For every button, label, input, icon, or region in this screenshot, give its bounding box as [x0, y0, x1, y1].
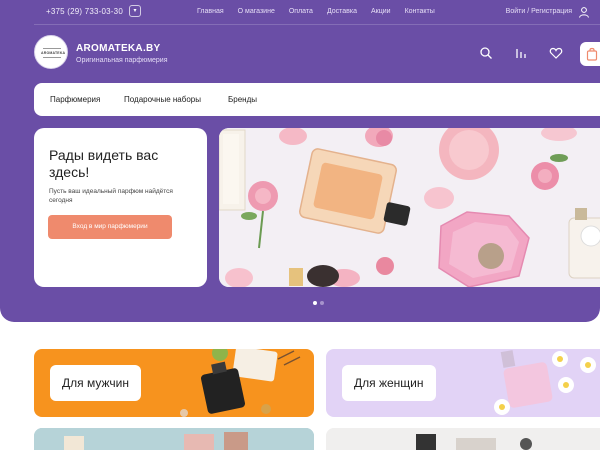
- login-link[interactable]: Войти / Регистрация: [506, 8, 572, 15]
- heart-icon[interactable]: [549, 46, 563, 60]
- tile-3-image: [34, 428, 314, 450]
- top-nav-payment[interactable]: Оплата: [289, 8, 313, 15]
- category-perfume[interactable]: Парфюмерия: [50, 95, 100, 104]
- category-brands[interactable]: Бренды: [228, 95, 257, 104]
- top-nav-home[interactable]: Главная: [197, 8, 224, 15]
- tile-for-men[interactable]: Для мужчин: [34, 349, 314, 417]
- enter-perfume-world-button[interactable]: Вход в мир парфюмерии: [48, 215, 172, 239]
- tile-category-4[interactable]: [326, 428, 600, 450]
- category-gift-sets[interactable]: Подарочные наборы: [124, 95, 201, 104]
- welcome-text: Пусть ваш идеальный парфюм найдётся сего…: [49, 188, 173, 204]
- welcome-title: Рады видеть вас здесь!: [49, 147, 159, 180]
- cart-button[interactable]: [580, 42, 600, 66]
- top-nav-contacts[interactable]: Контакты: [405, 8, 435, 15]
- top-nav-about[interactable]: О магазине: [238, 8, 275, 15]
- bag-icon: [586, 47, 598, 61]
- site-logo[interactable]: AROMATEKA: [34, 35, 68, 69]
- category-nav: Парфюмерия Подарочные наборы Бренды: [34, 83, 600, 116]
- brand-tagline: Оригинальная парфюмерия: [76, 57, 168, 64]
- search-icon[interactable]: [479, 46, 493, 60]
- tile-for-men-label: Для мужчин: [50, 365, 141, 401]
- phone-dropdown-button[interactable]: ▾: [129, 5, 141, 17]
- slider-dot-1[interactable]: [313, 301, 317, 305]
- top-nav-promo[interactable]: Акции: [371, 8, 391, 15]
- page: +375 (29) 733-03-30 ▾ Главная О магазине…: [0, 0, 600, 450]
- top-nav: Главная О магазине Оплата Доставка Акции…: [197, 8, 449, 15]
- tile-4-image: [326, 428, 600, 450]
- hero-banner[interactable]: [219, 128, 600, 287]
- phone-link[interactable]: +375 (29) 733-03-30: [46, 7, 123, 16]
- slider-dot-2[interactable]: [320, 301, 324, 305]
- perfume-banner-image: [219, 128, 600, 287]
- user-icon[interactable]: [578, 6, 590, 18]
- top-bar: +375 (29) 733-03-30 ▾ Главная О магазине…: [34, 0, 600, 25]
- tile-for-women[interactable]: Для женщин: [326, 349, 600, 417]
- logo-text: AROMATEKA: [41, 51, 66, 55]
- top-nav-delivery[interactable]: Доставка: [327, 8, 357, 15]
- welcome-card: Рады видеть вас здесь! Пусть ваш идеальн…: [34, 128, 207, 287]
- brand-name: AROMATEKA.BY: [76, 43, 161, 54]
- tile-for-women-label: Для женщин: [342, 365, 436, 401]
- tile-category-3[interactable]: [34, 428, 314, 450]
- compare-icon[interactable]: [514, 46, 528, 60]
